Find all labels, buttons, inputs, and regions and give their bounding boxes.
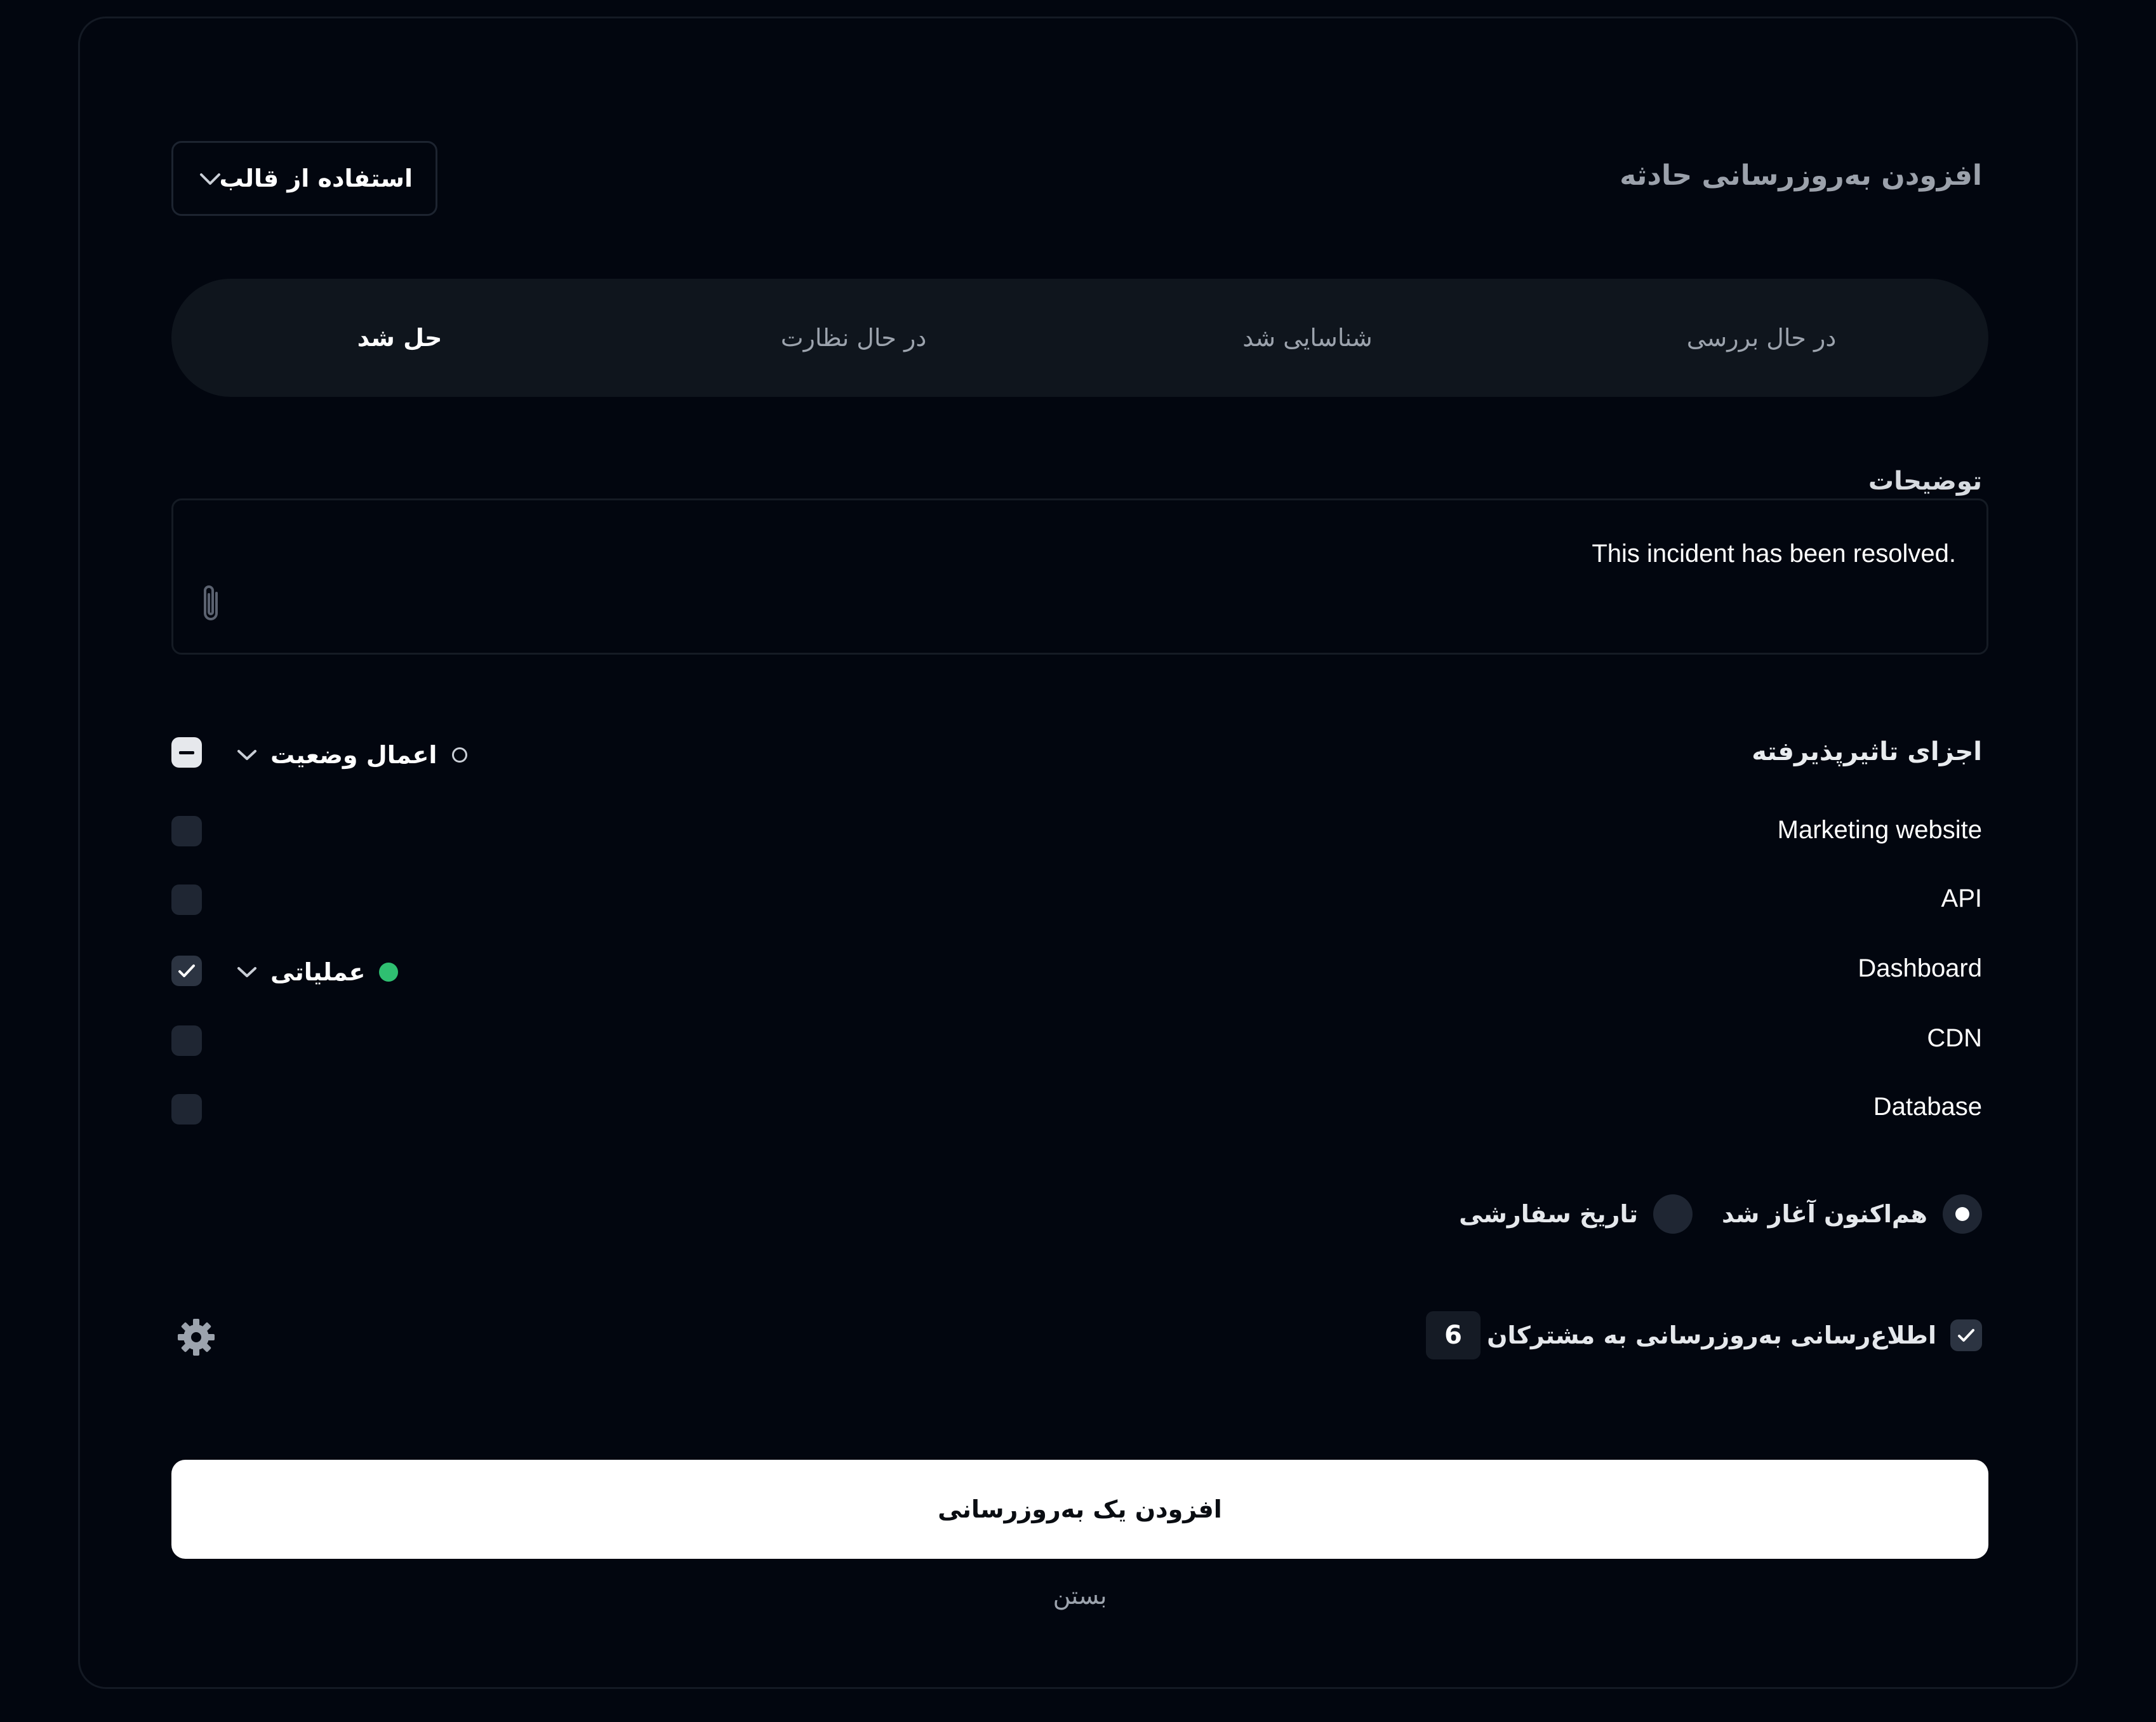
component-name: API: [1941, 884, 1982, 912]
radio-started-now[interactable]: [1943, 1194, 1982, 1234]
component-checkbox-marketing-website[interactable]: [171, 816, 202, 846]
select-all-checkbox[interactable]: [171, 737, 202, 768]
dialog-title: افزودن به‌روزرسانی حادثه: [1620, 159, 1982, 192]
component-status-dropdown-dashboard[interactable]: عملیاتی: [236, 953, 399, 991]
apply-status-label: اعمال وضعیت: [270, 741, 437, 769]
status-dot-icon: [452, 747, 468, 763]
use-template-label: استفاده از قالب: [219, 164, 413, 192]
affected-components-header: اجزای تاثیرپذیرفته: [1752, 737, 1982, 766]
close-button[interactable]: بستن: [171, 1582, 1988, 1610]
operational-dot-icon: [379, 963, 399, 982]
subscriber-count-badge: 6: [1426, 1311, 1481, 1359]
radio-label-custom-date: تاریخ سفارشی: [1459, 1200, 1639, 1228]
gear-icon[interactable]: [176, 1318, 216, 1357]
component-checkbox-api[interactable]: [171, 884, 202, 915]
component-checkbox-cdn[interactable]: [171, 1025, 202, 1056]
chevron-down-icon: [237, 750, 256, 760]
component-name: Database: [1873, 1093, 1982, 1121]
notify-subscribers-label: اطلاع‌رسانی به‌روزرسانی به مشترکان: [1487, 1321, 1936, 1349]
apply-status-dropdown[interactable]: اعمال وضعیت: [236, 736, 468, 774]
component-status-label: عملیاتی: [270, 958, 366, 986]
chevron-down-icon: [200, 173, 220, 185]
radio-label-started-now: هم‌اکنون آغاز شد: [1722, 1200, 1927, 1228]
tab-resolved[interactable]: حل شد: [173, 279, 627, 397]
check-icon: [1958, 1329, 1974, 1342]
description-text: This incident has been resolved.: [1592, 540, 1956, 568]
use-template-dropdown[interactable]: استفاده از قالب: [171, 141, 437, 216]
paperclip-icon[interactable]: [197, 582, 225, 625]
description-textarea[interactable]: This incident has been resolved.: [171, 498, 1988, 655]
radio-custom-date[interactable]: [1653, 1194, 1693, 1234]
minus-icon: [179, 751, 194, 754]
tab-investigating[interactable]: در حال بررسی: [1534, 279, 1988, 397]
notify-subscribers-row: اطلاع‌رسانی به‌روزرسانی به مشترکان 6: [1426, 1311, 1982, 1359]
component-name: Marketing website: [1777, 816, 1982, 844]
chevron-down-icon: [237, 967, 256, 977]
component-checkbox-database[interactable]: [171, 1094, 202, 1125]
component-name: CDN: [1927, 1024, 1982, 1052]
description-label: توضیحات: [1868, 467, 1982, 496]
component-checkbox-dashboard[interactable]: [171, 956, 202, 986]
status-tabs: در حال بررسی شناسایی شد در حال نظارت حل …: [171, 279, 1988, 397]
timing-radio-group: هم‌اکنون آغاز شد تاریخ سفارشی: [1459, 1194, 1982, 1234]
component-name: Dashboard: [1858, 954, 1982, 982]
notify-subscribers-checkbox[interactable]: [1950, 1319, 1982, 1351]
incident-update-dialog: افزودن به‌روزرسانی حادثه استفاده از قالب…: [78, 17, 2078, 1689]
tab-identified[interactable]: شناسایی شد: [1081, 279, 1534, 397]
check-icon: [178, 964, 195, 977]
tab-monitoring[interactable]: در حال نظارت: [627, 279, 1081, 397]
add-update-button[interactable]: افزودن یک به‌روزرسانی: [171, 1460, 1988, 1559]
